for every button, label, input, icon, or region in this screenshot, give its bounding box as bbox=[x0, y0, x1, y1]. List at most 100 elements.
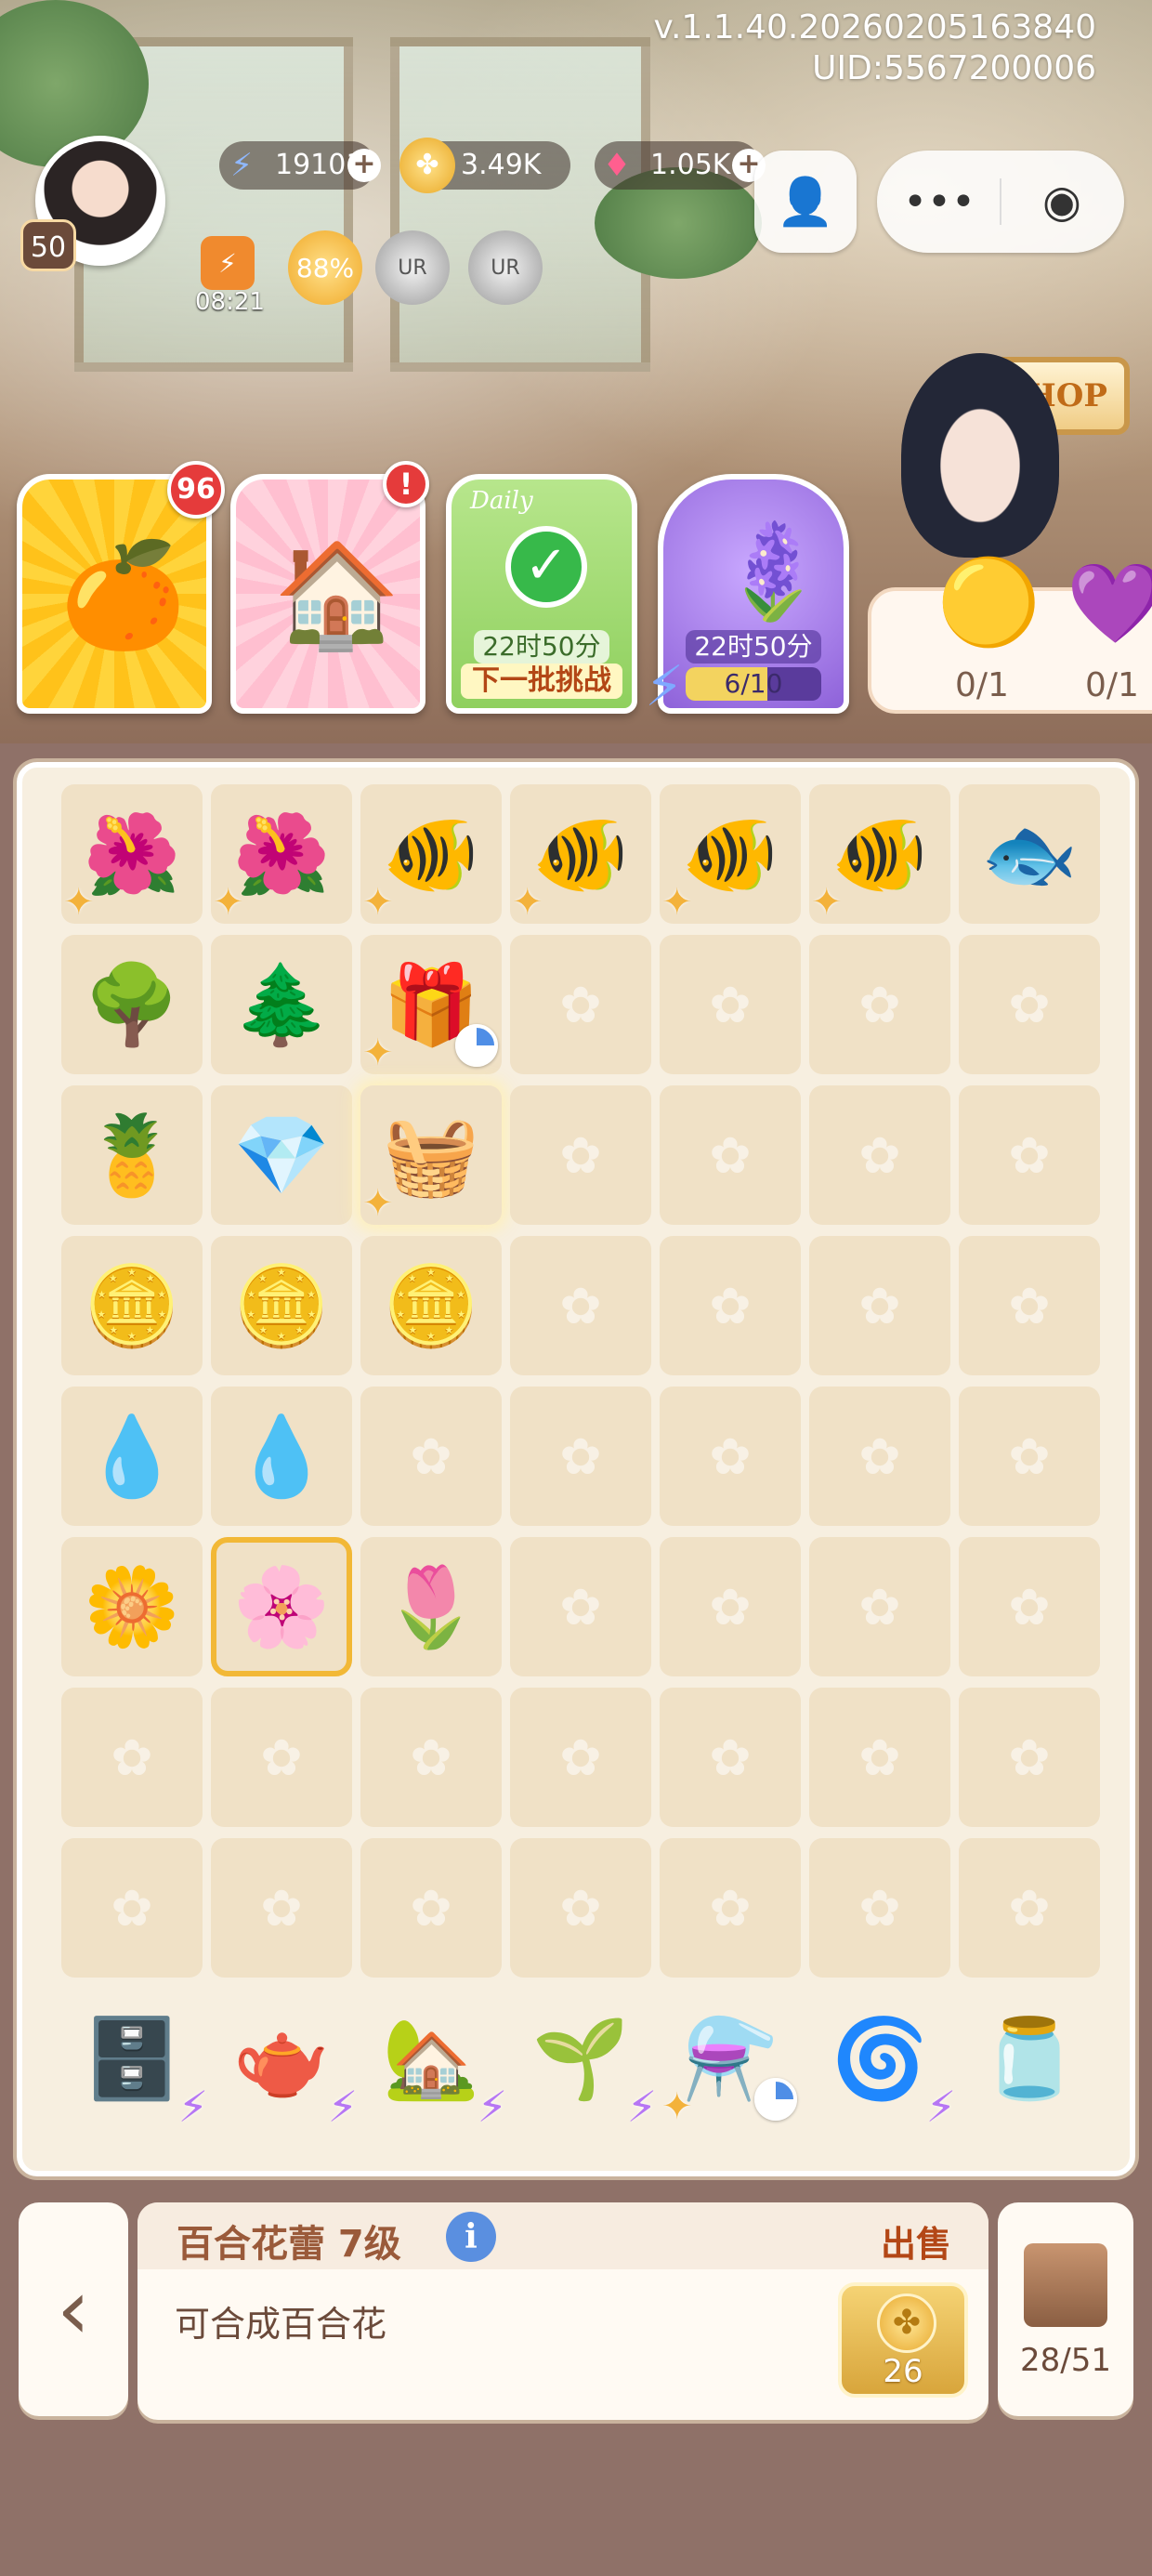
shopkeeper-character[interactable] bbox=[901, 353, 1059, 558]
ur-slot-icon[interactable]: UR bbox=[375, 230, 450, 305]
lavender-event-card[interactable]: 🪻 22时50分 6/10 bbox=[658, 474, 849, 714]
ur-slot-icon[interactable]: UR bbox=[468, 230, 543, 305]
empty-board-cell[interactable] bbox=[660, 935, 801, 1074]
empty-board-cell[interactable] bbox=[660, 1387, 801, 1526]
close-target-icon[interactable]: ◉ bbox=[1001, 176, 1122, 228]
board-cell[interactable]: 🌳 bbox=[61, 935, 203, 1074]
board-cell[interactable]: 💧 bbox=[211, 1387, 352, 1526]
info-icon[interactable]: i bbox=[446, 2212, 496, 2262]
empty-board-cell[interactable] bbox=[61, 1688, 203, 1827]
board-cell[interactable]: 🌱 ⚡ bbox=[510, 1989, 657, 2132]
empty-board-cell[interactable] bbox=[660, 1537, 801, 1676]
teapot-generator-icon[interactable]: 🫖 bbox=[227, 2004, 336, 2113]
board-cell[interactable]: 💎 bbox=[211, 1085, 352, 1225]
cottage-generator-icon[interactable]: 🏡 bbox=[376, 2004, 486, 2113]
add-energy-button[interactable]: + bbox=[347, 149, 381, 182]
more-menu-icon[interactable]: ••• bbox=[879, 178, 1000, 226]
board-cell[interactable]: 🫖 ⚡ bbox=[211, 1989, 358, 2132]
coin-stack-large-icon[interactable]: 🪙 bbox=[77, 1251, 187, 1360]
board-cell[interactable]: 🐠 ✦ bbox=[660, 784, 801, 924]
board-cell[interactable]: 🪙 bbox=[61, 1236, 203, 1375]
empty-board-cell[interactable] bbox=[959, 1236, 1100, 1375]
empty-board-cell[interactable] bbox=[809, 1688, 950, 1827]
board-cell[interactable]: 🫙 bbox=[959, 1989, 1100, 2128]
empty-board-cell[interactable] bbox=[809, 935, 950, 1074]
energy-boost-icon[interactable]: ⚡ bbox=[201, 236, 255, 290]
glass-tree-blue-icon[interactable]: 🌲 bbox=[227, 950, 336, 1059]
water-drop-sad-icon[interactable]: 💧 bbox=[77, 1401, 187, 1511]
board-cell[interactable]: 🎁 ✦ bbox=[360, 935, 502, 1074]
pineapple-icon[interactable]: 🍍 bbox=[77, 1100, 187, 1210]
board-cell[interactable]: 🪙 bbox=[360, 1236, 502, 1375]
golden-swirl-generator-icon[interactable]: 🌀 bbox=[825, 2004, 935, 2113]
empty-board-cell[interactable] bbox=[809, 1236, 950, 1375]
empty-board-cell[interactable] bbox=[660, 1236, 801, 1375]
lily-bud-icon[interactable]: 🌸 bbox=[227, 1552, 336, 1662]
empty-board-cell[interactable] bbox=[959, 1838, 1100, 1978]
empty-board-cell[interactable] bbox=[809, 1085, 950, 1225]
glass-vine-jar-icon[interactable]: 🫙 bbox=[975, 2004, 1084, 2113]
orders-badge: 96 bbox=[167, 461, 225, 519]
empty-board-cell[interactable] bbox=[360, 1838, 502, 1978]
board-cell[interactable]: 🌀 ⚡ bbox=[809, 1989, 956, 2132]
empty-board-cell[interactable] bbox=[510, 1387, 651, 1526]
board-cell[interactable]: 🐟 bbox=[959, 784, 1100, 924]
back-button[interactable]: ‹ bbox=[19, 2202, 128, 2416]
board-cell[interactable]: 🗄️ ⚡ bbox=[61, 1989, 208, 2132]
empty-board-cell[interactable] bbox=[959, 1688, 1100, 1827]
board-cell[interactable]: 🐠 ✦ bbox=[809, 784, 950, 924]
profile-button[interactable]: 👤 bbox=[754, 151, 857, 253]
board-cell[interactable]: 🏡 ⚡ bbox=[360, 1989, 507, 2132]
empty-board-cell[interactable] bbox=[959, 935, 1100, 1074]
empty-board-cell[interactable] bbox=[510, 1085, 651, 1225]
empty-board-cell[interactable] bbox=[959, 1085, 1100, 1225]
board-cell[interactable]: 🐠 ✦ bbox=[510, 784, 651, 924]
empty-board-cell[interactable] bbox=[510, 1688, 651, 1827]
daily-challenge-card[interactable]: Daily ✓ 22时50分 下一批挑战 bbox=[446, 474, 637, 714]
board-cell[interactable]: 🐠 ✦ bbox=[360, 784, 502, 924]
empty-board-cell[interactable] bbox=[360, 1387, 502, 1526]
inventory-button[interactable]: 28/51 bbox=[998, 2202, 1133, 2416]
garden-bed-generator-icon[interactable]: 🌱 bbox=[526, 2004, 635, 2113]
board-cell[interactable]: 💧 bbox=[61, 1387, 203, 1526]
empty-board-cell[interactable] bbox=[660, 1838, 801, 1978]
up-boost-icon[interactable]: 88% bbox=[288, 230, 362, 305]
board-cell[interactable]: 🌺 ✦ bbox=[61, 784, 203, 924]
order-panel[interactable]: 🟡 0/1 💜 0/1 bbox=[868, 554, 1152, 714]
board-cell[interactable]: 🌺 ✦ bbox=[211, 784, 352, 924]
rainbow-crystal-icon[interactable]: 💎 bbox=[227, 1100, 336, 1210]
board-cell[interactable]: 🌸 bbox=[211, 1537, 352, 1676]
empty-board-cell[interactable] bbox=[959, 1537, 1100, 1676]
board-cell[interactable]: 🌲 bbox=[211, 935, 352, 1074]
empty-board-cell[interactable] bbox=[959, 1387, 1100, 1526]
magnolia-flower-icon[interactable]: 🌼 bbox=[77, 1552, 187, 1662]
empty-board-cell[interactable] bbox=[510, 1537, 651, 1676]
calla-lily-icon[interactable]: 🌷 bbox=[376, 1552, 486, 1662]
empty-board-cell[interactable] bbox=[660, 1688, 801, 1827]
board-cell[interactable]: 🌼 bbox=[61, 1537, 203, 1676]
empty-board-cell[interactable] bbox=[660, 1085, 801, 1225]
empty-board-cell[interactable] bbox=[809, 1387, 950, 1526]
glass-tree-orange-icon[interactable]: 🌳 bbox=[77, 950, 187, 1059]
empty-board-cell[interactable] bbox=[510, 1236, 651, 1375]
board-cell[interactable]: 🌷 bbox=[360, 1537, 502, 1676]
water-drop-happy-icon[interactable]: 💧 bbox=[227, 1401, 336, 1511]
empty-board-cell[interactable] bbox=[809, 1838, 950, 1978]
cabinet-generator-icon[interactable]: 🗄️ bbox=[77, 2004, 187, 2113]
coin-stack-medium-icon[interactable]: 🪙 bbox=[227, 1251, 336, 1360]
empty-board-cell[interactable] bbox=[510, 935, 651, 1074]
empty-board-cell[interactable] bbox=[211, 1838, 352, 1978]
decor-card[interactable]: 🏠 bbox=[230, 474, 425, 714]
board-cell[interactable]: 🪙 bbox=[211, 1236, 352, 1375]
coin-stack-small-icon[interactable]: 🪙 bbox=[376, 1251, 486, 1360]
board-cell[interactable]: ⚗️ ✦ bbox=[660, 1989, 801, 2128]
fancy-goldfish-icon[interactable]: 🐟 bbox=[975, 799, 1084, 909]
empty-board-cell[interactable] bbox=[61, 1838, 203, 1978]
sell-button[interactable]: ✤ 26 bbox=[838, 2282, 968, 2398]
empty-board-cell[interactable] bbox=[360, 1688, 502, 1827]
board-cell[interactable]: 🧺 ✦ bbox=[360, 1085, 502, 1225]
empty-board-cell[interactable] bbox=[809, 1537, 950, 1676]
empty-board-cell[interactable] bbox=[510, 1838, 651, 1978]
empty-board-cell[interactable] bbox=[211, 1688, 352, 1827]
board-cell[interactable]: 🍍 bbox=[61, 1085, 203, 1225]
